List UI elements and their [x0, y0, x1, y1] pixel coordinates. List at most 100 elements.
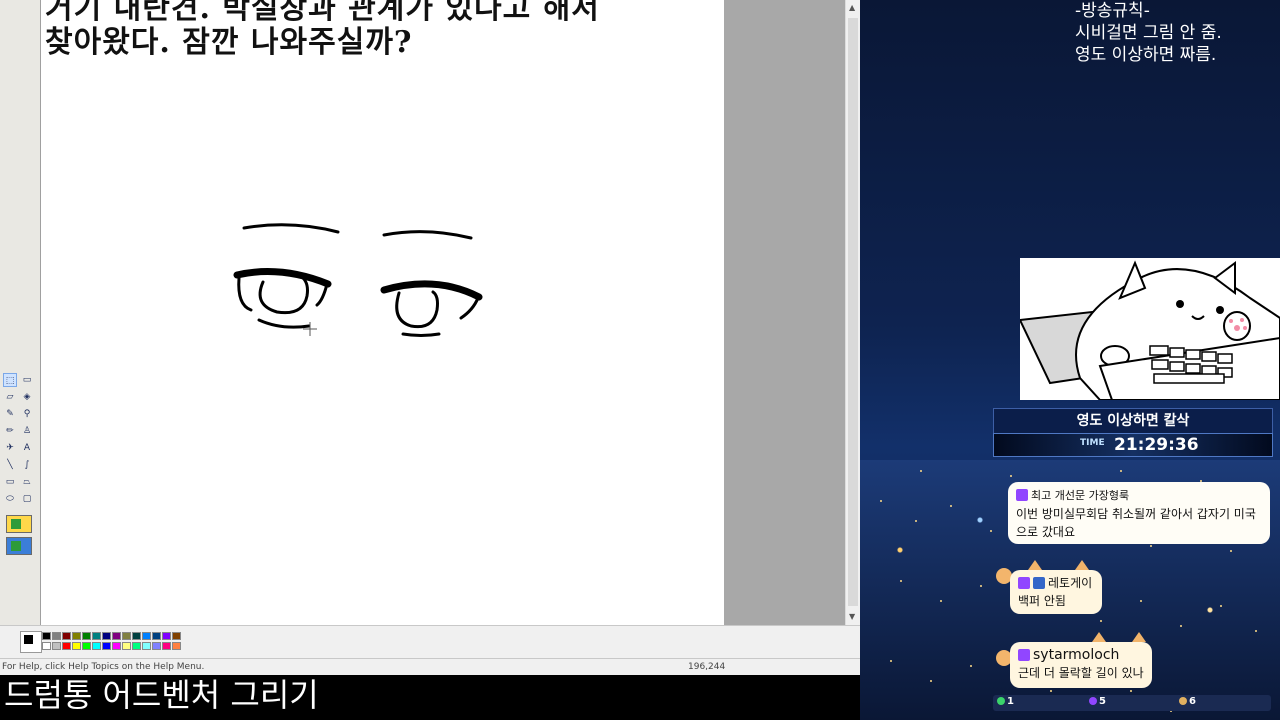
color-picker-tool-icon[interactable]: ✎ — [3, 407, 17, 421]
pencil-tool-icon[interactable]: ✏ — [3, 424, 17, 438]
chat-message: 최고 개선문 가장형룩 이번 방미실무회담 취소될꺼 같아서 갑자기 미국으로 … — [1008, 482, 1270, 544]
chat-text: 근데 더 몰락할 길이 있나 — [1018, 666, 1144, 680]
sub-icon — [1179, 697, 1187, 705]
drawing-canvas[interactable]: 거기 내란견. 박실장과 관계가 있다고 해서 찾아왔다. 잠깐 나와주실까? — [41, 0, 724, 625]
line-tool-icon[interactable]: ╲ — [3, 458, 17, 472]
opaque-mode-icon[interactable] — [6, 515, 32, 533]
city-light — [915, 520, 917, 522]
palette-swatch[interactable] — [62, 642, 71, 650]
transparent-mode-icon[interactable] — [6, 537, 32, 555]
chat-username: 최고 개선문 가장형룩 — [1031, 489, 1130, 502]
palette-swatch[interactable] — [122, 632, 131, 640]
city-light — [1230, 550, 1232, 552]
ellipse-tool-icon[interactable]: ⬭ — [3, 492, 17, 506]
palette-swatch[interactable] — [102, 632, 111, 640]
stream-caption-bar: 드럼통 어드벤처 그리기 — [0, 675, 860, 720]
palette-swatch[interactable] — [162, 642, 171, 650]
warning-banner: 영도 이상하면 칼삭 — [993, 408, 1273, 434]
palette-swatch[interactable] — [132, 642, 141, 650]
scrollbar-thumb[interactable] — [848, 18, 858, 606]
palette-swatch[interactable] — [82, 642, 91, 650]
palette-swatch[interactable] — [42, 642, 51, 650]
current-colors[interactable] — [20, 631, 42, 653]
chat-username: 레토게이 — [1048, 576, 1093, 590]
palette-swatch[interactable] — [42, 632, 51, 640]
cat-ear-icon — [1092, 632, 1106, 642]
palette-swatch[interactable] — [52, 632, 61, 640]
palette-swatch[interactable] — [112, 642, 121, 650]
text-tool-icon[interactable]: A — [20, 441, 34, 455]
twitch-badge-icon — [1016, 489, 1028, 501]
free-select-tool-icon[interactable]: ⬚ — [3, 373, 17, 387]
polygon-tool-icon[interactable]: ⏢ — [20, 475, 34, 489]
city-light — [1150, 545, 1152, 547]
city-light — [940, 600, 942, 602]
stat-followers: 5 — [1099, 696, 1106, 707]
rules-line1: 시비걸면 그림 안 줌. — [1075, 23, 1222, 43]
stat-viewers: 1 — [1007, 696, 1014, 707]
status-help-text: For Help, click Help Topics on the Help … — [2, 662, 205, 672]
city-light — [1100, 620, 1102, 622]
city-light — [950, 505, 952, 507]
city-light — [900, 580, 902, 582]
airbrush-tool-icon[interactable]: ✈ — [3, 441, 17, 455]
palette-swatch[interactable] — [112, 632, 121, 640]
stream-stats-bar: 1 5 6 — [993, 695, 1271, 711]
cat-ear-icon — [1075, 560, 1089, 570]
status-coordinates: 196,244 — [688, 662, 726, 672]
stream-rules: -방송규칙- 시비걸면 그림 안 줌. 영도 이상하면 짜름. — [1075, 0, 1280, 66]
palette-swatch[interactable] — [52, 642, 61, 650]
city-light — [1140, 600, 1142, 602]
city-light — [1220, 605, 1222, 607]
rectangle-tool-icon[interactable]: ▭ — [3, 475, 17, 489]
color-palette — [0, 625, 860, 659]
city-light — [1010, 475, 1012, 477]
scroll-down-icon[interactable]: ▼ — [849, 612, 855, 621]
crosshair-cursor-icon — [303, 322, 317, 336]
status-bar: For Help, click Help Topics on the Help … — [0, 658, 860, 676]
brush-tool-icon[interactable]: ♙ — [20, 424, 34, 438]
palette-swatch[interactable] — [132, 632, 141, 640]
palette-swatch[interactable] — [82, 632, 91, 640]
rect-select-tool-icon[interactable]: ▭ — [20, 373, 34, 387]
scroll-up-icon[interactable]: ▲ — [849, 3, 855, 12]
palette-swatch[interactable] — [142, 642, 151, 650]
twitch-badge-icon — [1018, 649, 1030, 661]
city-light — [980, 585, 982, 587]
palette-swatch[interactable] — [72, 642, 81, 650]
follower-icon — [1089, 697, 1097, 705]
viewer-icon — [997, 697, 1005, 705]
city-light — [1255, 630, 1257, 632]
time-display: TIME 21:29:36 — [993, 433, 1273, 457]
city-light — [1120, 470, 1122, 472]
city-light — [990, 530, 992, 532]
chat-message: 레토게이 백퍼 안됨 — [1010, 570, 1102, 614]
palette-swatch[interactable] — [92, 632, 101, 640]
rules-line2: 영도 이상하면 짜름. — [1075, 45, 1217, 65]
palette-swatch[interactable] — [92, 642, 101, 650]
palette-swatch[interactable] — [152, 632, 161, 640]
stat-subs: 6 — [1189, 696, 1196, 707]
palette-swatch[interactable] — [152, 642, 161, 650]
paint-window: ⬚ ▭ ▱ ◈ ✎ ⚲ ✏ ♙ ✈ A ╲ ∫ ▭ ⏢ ⬭ ▢ 거기 내란견. … — [0, 0, 861, 676]
city-light — [880, 500, 882, 502]
palette-swatch[interactable] — [72, 632, 81, 640]
curve-tool-icon[interactable]: ∫ — [20, 458, 34, 472]
bongo-cat-image — [1020, 260, 1280, 400]
cat-ear-icon — [1028, 560, 1042, 570]
rounded-rect-tool-icon[interactable]: ▢ — [20, 492, 34, 506]
eraser-tool-icon[interactable]: ▱ — [3, 390, 17, 404]
palette-swatch[interactable] — [142, 632, 151, 640]
palette-swatch[interactable] — [102, 642, 111, 650]
vertical-scrollbar[interactable]: ▲ ▼ — [845, 0, 861, 625]
palette-swatch[interactable] — [172, 642, 181, 650]
palette-swatch[interactable] — [162, 632, 171, 640]
palette-swatch[interactable] — [122, 642, 131, 650]
sub-badge-icon — [1033, 577, 1045, 589]
palette-swatch[interactable] — [172, 632, 181, 640]
city-light — [930, 680, 932, 682]
palette-swatch[interactable] — [62, 632, 71, 640]
fill-tool-icon[interactable]: ◈ — [20, 390, 34, 404]
city-light — [1130, 690, 1132, 692]
magnifier-tool-icon[interactable]: ⚲ — [20, 407, 34, 421]
